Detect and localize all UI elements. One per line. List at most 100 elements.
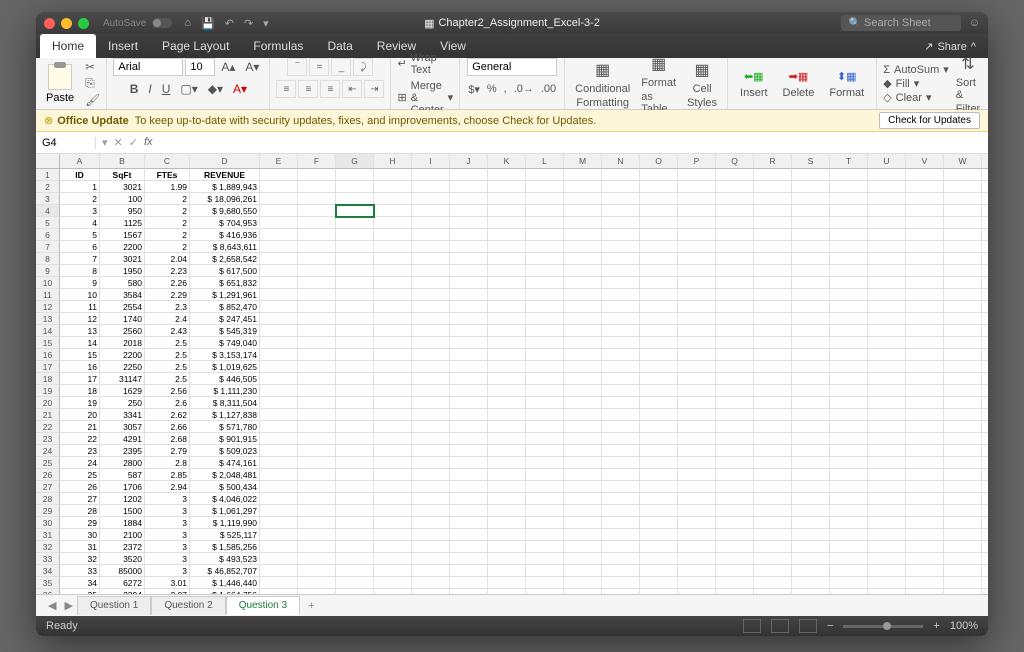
cell[interactable] [640,469,678,481]
row-header-29[interactable]: 29 [36,505,60,517]
cell[interactable] [678,517,716,529]
cell[interactable] [564,289,602,301]
cell[interactable]: 2.26 [145,277,190,289]
cell[interactable]: 3.07 [145,589,190,594]
cell[interactable] [868,445,906,457]
cell[interactable] [412,325,450,337]
cell[interactable] [374,589,412,594]
cell[interactable] [716,325,754,337]
insert-cells-button[interactable]: ⬅▦Insert [734,69,774,99]
cell[interactable] [754,397,792,409]
cell[interactable] [640,349,678,361]
cell[interactable] [602,445,640,457]
cell[interactable] [450,181,488,193]
row-header-12[interactable]: 12 [36,301,60,313]
row-header-21[interactable]: 21 [36,409,60,421]
cell[interactable] [830,373,868,385]
cell[interactable] [412,241,450,253]
cell[interactable]: 21 [60,421,100,433]
col-header-L[interactable]: L [526,154,564,169]
cell[interactable] [564,253,602,265]
header-cell[interactable]: FTEs [145,169,190,181]
cell[interactable] [260,577,298,589]
cell[interactable]: 5 [60,229,100,241]
cell[interactable]: $ 8,311,504 [190,397,260,409]
zoom-button[interactable] [78,18,89,29]
cell[interactable] [488,565,526,577]
cell[interactable] [412,433,450,445]
fill-color-button[interactable]: ◆▾ [204,80,227,98]
cell[interactable]: $ 651,832 [190,277,260,289]
row-header-35[interactable]: 35 [36,577,60,589]
cell[interactable]: 20 [60,409,100,421]
cell[interactable] [640,373,678,385]
cell[interactable] [526,229,564,241]
cell[interactable] [374,409,412,421]
cell[interactable] [564,229,602,241]
cell[interactable] [564,193,602,205]
cell[interactable] [602,289,640,301]
cell[interactable] [602,301,640,313]
cell[interactable] [792,253,830,265]
cell[interactable] [754,253,792,265]
cell[interactable] [868,241,906,253]
cell[interactable] [260,493,298,505]
cell[interactable]: 2 [60,193,100,205]
cell[interactable] [678,241,716,253]
cell[interactable]: 2 [145,217,190,229]
row-header-28[interactable]: 28 [36,493,60,505]
cell[interactable] [754,493,792,505]
cell[interactable] [716,409,754,421]
cell[interactable] [792,553,830,565]
cell[interactable] [678,229,716,241]
cell[interactable] [906,421,944,433]
italic-button[interactable]: I [144,80,155,98]
cell[interactable]: 1125 [100,217,145,229]
cell[interactable] [792,277,830,289]
cell[interactable] [488,505,526,517]
cell[interactable] [678,349,716,361]
cell[interactable]: 3584 [100,289,145,301]
cell[interactable] [982,457,988,469]
cell[interactable] [374,205,412,217]
cell[interactable] [412,169,450,181]
cell[interactable]: 23 [60,445,100,457]
save-icon[interactable]: 💾 [201,17,215,30]
cell[interactable] [830,337,868,349]
cell[interactable]: $ 416,936 [190,229,260,241]
row-header-30[interactable]: 30 [36,517,60,529]
accept-formula-icon[interactable]: ✓ [129,136,138,149]
cell[interactable] [678,313,716,325]
cell[interactable] [868,517,906,529]
cell[interactable] [412,301,450,313]
cell[interactable] [944,457,982,469]
cell[interactable] [678,217,716,229]
cell[interactable] [602,565,640,577]
cell[interactable] [336,433,374,445]
cell[interactable] [374,553,412,565]
cell[interactable]: 3021 [100,253,145,265]
cell[interactable] [298,301,336,313]
cell[interactable] [754,277,792,289]
cell[interactable] [830,421,868,433]
cell[interactable] [564,541,602,553]
zoom-out-icon[interactable]: − [827,620,833,632]
cell[interactable]: 2 [145,241,190,253]
cell[interactable] [868,205,906,217]
cell[interactable]: 16 [60,361,100,373]
cell[interactable] [298,229,336,241]
cell[interactable] [982,577,988,589]
cell[interactable]: 1740 [100,313,145,325]
cell[interactable] [640,217,678,229]
cell[interactable] [336,229,374,241]
cell[interactable] [450,457,488,469]
cell[interactable] [412,409,450,421]
header-cell[interactable]: ID [60,169,100,181]
row-header-14[interactable]: 14 [36,325,60,337]
cell[interactable] [450,241,488,253]
cell[interactable]: 1629 [100,385,145,397]
cell[interactable] [450,193,488,205]
cell[interactable]: 2100 [100,529,145,541]
cell[interactable] [412,373,450,385]
cell[interactable] [982,589,988,594]
